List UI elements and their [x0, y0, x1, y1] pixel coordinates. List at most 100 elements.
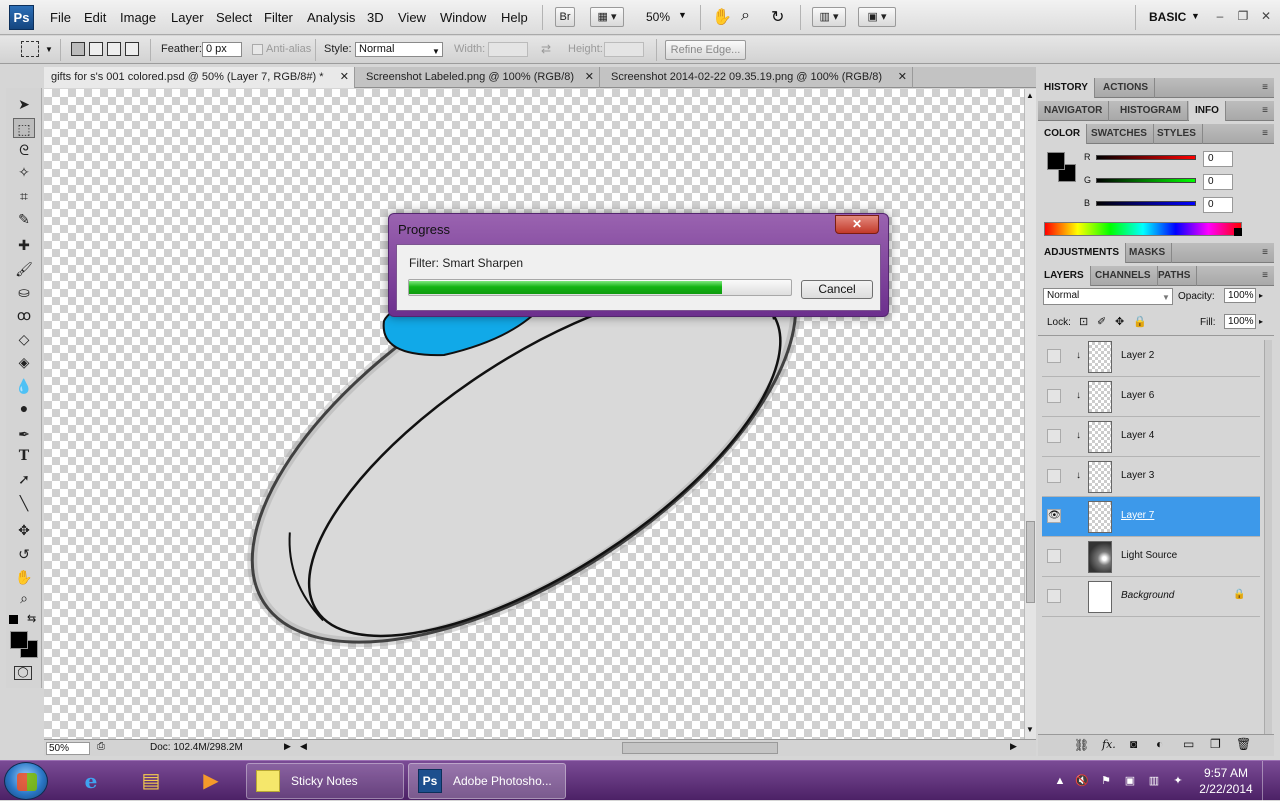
swap-colors-icon[interactable]: ⇆	[27, 612, 36, 625]
tab-swatches[interactable]: SWATCHES	[1085, 124, 1154, 144]
link-layers-icon[interactable]: ⛓	[1074, 738, 1089, 752]
blend-dropdown-icon[interactable]: ▼	[1162, 293, 1170, 302]
visibility-toggle[interactable]	[1047, 549, 1061, 563]
width-input[interactable]	[488, 42, 528, 57]
photoshop-logo[interactable]: Ps	[9, 5, 34, 30]
add-mask-icon[interactable]: ◙	[1130, 737, 1137, 751]
layer-row[interactable]: ↓ Layer 6	[1042, 377, 1260, 417]
red-value[interactable]: 0	[1203, 151, 1233, 167]
menu-analysis[interactable]: Analysis	[307, 10, 355, 25]
layer-row[interactable]: ↓ Layer 4	[1042, 417, 1260, 457]
menu-layer[interactable]: Layer	[171, 10, 204, 25]
close-tab-icon[interactable]: ✕	[585, 67, 594, 88]
pen-tool-icon[interactable]: ✒	[13, 424, 35, 444]
visibility-toggle[interactable]	[1047, 389, 1061, 403]
3d-orbit-icon[interactable]: ↺	[13, 544, 35, 564]
tab-adjustments[interactable]: ADJUSTMENTS	[1038, 243, 1127, 263]
layer-row[interactable]: ↓ Layer 2	[1042, 337, 1260, 377]
vertical-scroll-thumb[interactable]	[1026, 521, 1035, 603]
zoom-dropdown-icon[interactable]: ▼	[678, 10, 687, 20]
scroll-down-icon[interactable]: ▼	[1026, 725, 1034, 734]
lock-pixels-icon[interactable]: ✐	[1097, 315, 1106, 328]
3d-rotate-icon[interactable]: ✥	[13, 520, 35, 540]
new-layer-icon[interactable]: ❐	[1210, 737, 1221, 751]
show-desktop-button[interactable]	[1262, 761, 1280, 801]
dodge-tool-icon[interactable]: ●	[13, 398, 35, 418]
layer-row[interactable]: Background 🔒	[1042, 577, 1260, 617]
lock-all-icon[interactable]: 🔒	[1133, 315, 1147, 328]
show-hidden-icons[interactable]: ▲	[1052, 773, 1068, 789]
preset-dropdown-icon[interactable]: ▼	[45, 45, 53, 54]
opacity-input[interactable]: 100%	[1224, 288, 1256, 303]
spectrum-black-swatch[interactable]	[1234, 228, 1242, 236]
menu-filter[interactable]: Filter	[264, 10, 293, 25]
status-menu-icon[interactable]: ▶	[284, 741, 291, 752]
zoom-tool-icon[interactable]: ⌕	[741, 7, 750, 25]
eye-icon[interactable]: 👁	[1047, 509, 1061, 523]
screen-mode-button[interactable]: ▣ ▾	[858, 7, 896, 27]
menu-edit[interactable]: Edit	[84, 10, 106, 25]
layer-style-icon[interactable]: fx.	[1102, 738, 1116, 751]
quick-mask-icon[interactable]: ◯	[14, 666, 32, 680]
menu-image[interactable]: Image	[120, 10, 156, 25]
taskbar-photoshop[interactable]: Ps Adobe Photosho...	[408, 763, 566, 799]
marquee-tool-preset-icon[interactable]	[21, 41, 39, 57]
menu-select[interactable]: Select	[216, 10, 252, 25]
style-dropdown-icon[interactable]: ▼	[432, 47, 440, 56]
system-clock[interactable]: 9:57 AM 2/22/2014	[1196, 765, 1256, 797]
cancel-button[interactable]: Cancel	[801, 280, 873, 299]
hand-tool-icon[interactable]: ✋	[712, 7, 732, 27]
color-spectrum-ramp[interactable]	[1044, 222, 1242, 236]
tab-screenshot-labeled[interactable]: Screenshot Labeled.png @ 100% (RGB/8) ✕	[359, 67, 600, 88]
delete-layer-icon[interactable]: 🗑	[1236, 737, 1251, 751]
new-group-icon[interactable]: ▭	[1183, 737, 1194, 751]
internet-explorer-icon[interactable]: e	[64, 765, 118, 797]
subtract-selection-icon[interactable]	[107, 42, 121, 56]
blur-tool-icon[interactable]: 💧	[13, 376, 35, 396]
workspace-dropdown-icon[interactable]: ▼	[1191, 11, 1200, 21]
green-slider[interactable]	[1096, 178, 1196, 183]
tab-color[interactable]: COLOR	[1038, 124, 1088, 144]
fill-slider-icon[interactable]: ▸	[1259, 317, 1263, 326]
path-selection-icon[interactable]: ➚	[13, 469, 35, 489]
document-canvas[interactable]	[44, 89, 1024, 739]
workspace-switcher[interactable]: BASIC	[1149, 10, 1186, 24]
vertical-scrollbar[interactable]: ▲ ▼	[1024, 89, 1036, 739]
swap-dimensions-icon[interactable]: ⇄	[541, 42, 551, 56]
blue-slider[interactable]	[1096, 201, 1196, 206]
taskbar-sticky-notes[interactable]: Sticky Notes	[246, 763, 404, 799]
file-explorer-icon[interactable]: ▤	[124, 765, 178, 797]
rotate-view-icon[interactable]: ↻	[771, 7, 784, 27]
tab-actions[interactable]: ACTIONS	[1097, 78, 1155, 98]
zoom-level[interactable]: 50%	[646, 10, 670, 24]
tab-masks[interactable]: MASKS	[1123, 243, 1173, 263]
media-player-icon[interactable]: ▶	[184, 765, 238, 797]
tab-navigator[interactable]: NAVIGATOR	[1038, 101, 1110, 121]
hand-tool-icon[interactable]: ✋	[13, 567, 35, 587]
color-foreground-swatch[interactable]	[1047, 152, 1065, 170]
close-tab-icon[interactable]: ✕	[340, 67, 349, 88]
fill-input[interactable]: 100%	[1224, 314, 1256, 329]
arrange-documents-button[interactable]: ▥ ▾	[812, 7, 846, 27]
eraser-tool-icon[interactable]: ◇	[13, 329, 35, 349]
tab-paths[interactable]: PATHS	[1152, 266, 1198, 286]
move-tool-icon[interactable]: ➤	[13, 94, 35, 114]
horizontal-scroll-thumb[interactable]	[622, 742, 778, 754]
brush-tool-icon[interactable]: 🖌	[13, 259, 35, 279]
menu-3d[interactable]: 3D	[367, 10, 384, 25]
restore-icon[interactable]: ❐	[1234, 8, 1252, 24]
scroll-right-icon[interactable]: ▶	[1010, 741, 1017, 752]
green-value[interactable]: 0	[1203, 174, 1233, 190]
rectangular-marquee-icon[interactable]: ⬚	[13, 118, 35, 138]
blend-mode-select[interactable]: Normal	[1043, 288, 1173, 305]
tab-channels[interactable]: CHANNELS	[1089, 266, 1158, 286]
layer-row[interactable]: Light Source	[1042, 537, 1260, 577]
default-colors-icon[interactable]	[9, 615, 18, 624]
menu-file[interactable]: File	[50, 10, 71, 25]
menu-help[interactable]: Help	[501, 10, 528, 25]
visibility-toggle[interactable]	[1047, 429, 1061, 443]
network-icon[interactable]: ▣	[1122, 773, 1138, 789]
crop-tool-icon[interactable]: ⌗	[13, 186, 35, 206]
tab-histogram[interactable]: HISTOGRAM	[1114, 101, 1188, 121]
tab-gifts-document[interactable]: gifts for s's 001 colored.psd @ 50% (Lay…	[44, 67, 355, 88]
